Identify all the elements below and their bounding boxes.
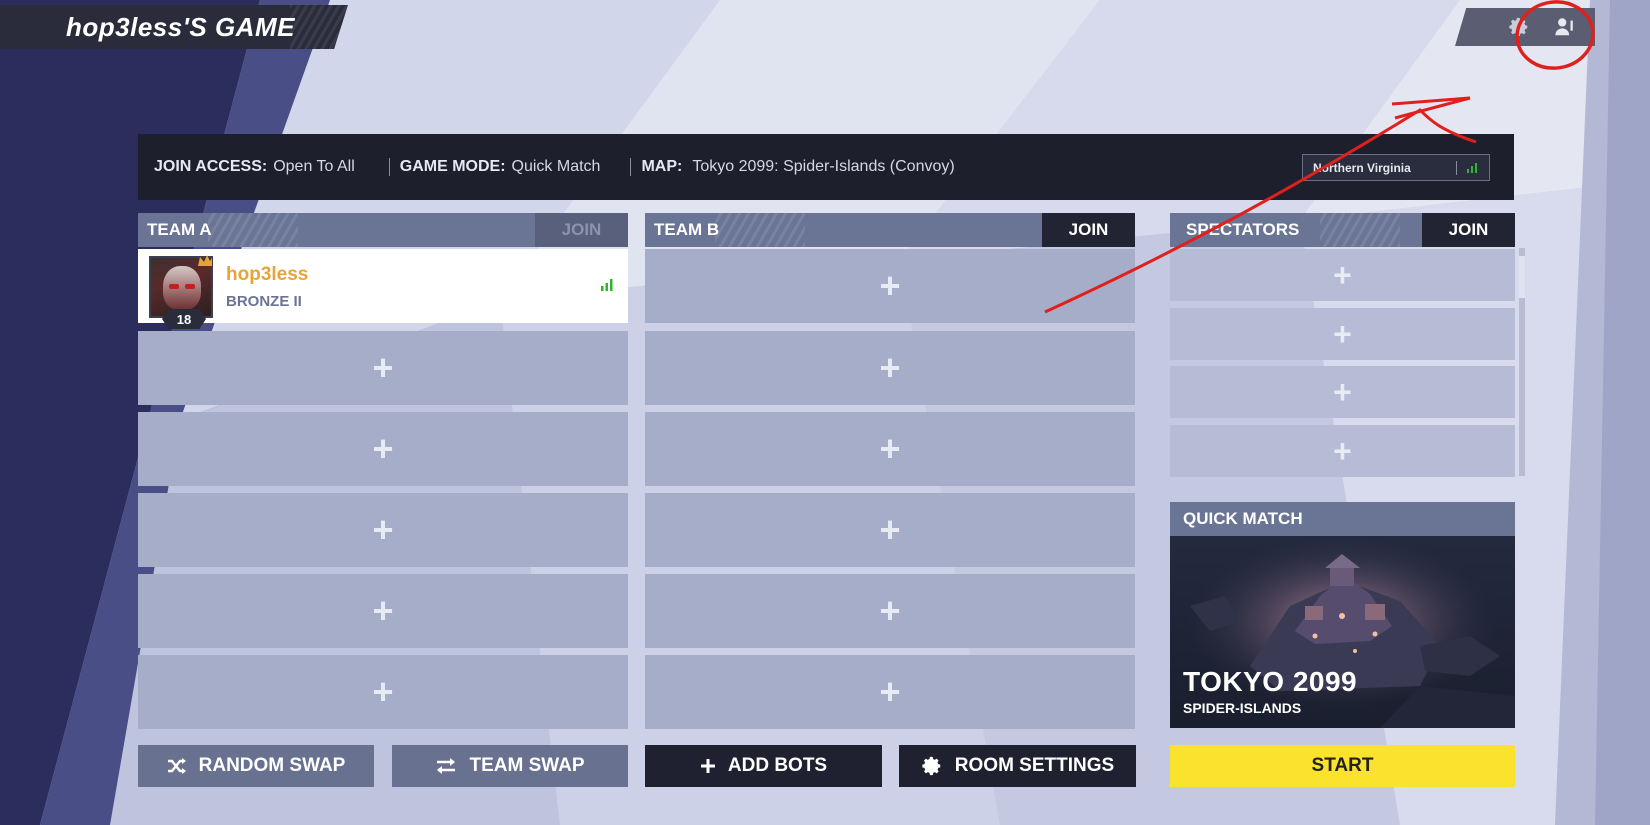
add-player-icon: + xyxy=(372,671,394,712)
empty-slot[interactable]: + xyxy=(645,331,1135,405)
room-settings-button[interactable]: ROOM SETTINGS xyxy=(899,745,1136,787)
swap-arrows-icon xyxy=(437,758,456,774)
spectator-slot[interactable]: + xyxy=(1170,308,1515,360)
add-player-icon: + xyxy=(372,428,394,469)
team-swap-button[interactable]: TEAM SWAP xyxy=(392,745,628,787)
empty-slot[interactable]: + xyxy=(645,493,1135,567)
shuffle-icon xyxy=(167,758,186,774)
map-card-header: QUICK MATCH xyxy=(1170,502,1515,536)
header-decoration xyxy=(208,213,298,247)
spectator-slot[interactable]: + xyxy=(1170,425,1515,477)
team-a-join-button[interactable]: JOIN xyxy=(535,213,628,247)
spectator-scroll-thumb[interactable] xyxy=(1519,256,1525,298)
empty-slot[interactable]: + xyxy=(138,655,628,729)
add-player-icon: + xyxy=(879,509,901,550)
add-player-icon: + xyxy=(372,590,394,631)
game-mode-info: GAME MODE: Quick Match xyxy=(400,158,601,176)
add-player-icon: + xyxy=(879,347,901,388)
add-player-icon: + xyxy=(372,347,394,388)
friends-icon[interactable] xyxy=(1551,13,1579,41)
lobby-title: hop3less'S GAME xyxy=(66,11,295,42)
empty-slot[interactable]: + xyxy=(138,493,628,567)
map-value: Tokyo 2099: Spider-Islands (Convoy) xyxy=(692,158,955,175)
start-button[interactable]: START xyxy=(1170,745,1515,787)
map-info: MAP: Tokyo 2099: Spider-Islands (Convoy) xyxy=(641,158,954,176)
spectators-join-button[interactable]: JOIN xyxy=(1422,213,1515,247)
add-player-icon: + xyxy=(1333,374,1352,410)
add-player-icon: + xyxy=(879,590,901,631)
signal-bars-icon xyxy=(1467,163,1477,173)
map-preview: TOKYO 2099 SPIDER-ISLANDS xyxy=(1170,536,1515,728)
player-level-badge: 18 xyxy=(162,309,206,329)
spectator-slot[interactable]: + xyxy=(1170,249,1515,301)
player-slot[interactable]: 18 hop3less BRONZE II xyxy=(138,249,628,329)
room-info-bar: JOIN ACCESS: Open To All GAME MODE: Quic… xyxy=(138,134,1514,200)
spectators-header: SPECTATORS JOIN xyxy=(1170,213,1515,247)
add-player-icon: + xyxy=(879,428,901,469)
crown-icon xyxy=(198,255,212,266)
empty-slot[interactable]: + xyxy=(645,412,1135,486)
team-b-header: TEAM B JOIN xyxy=(645,213,1135,247)
add-player-icon: + xyxy=(372,509,394,550)
join-access-info: JOIN ACCESS: Open To All xyxy=(154,158,355,176)
map-name: TOKYO 2099 xyxy=(1183,666,1358,697)
empty-slot[interactable]: + xyxy=(645,574,1135,648)
random-swap-label: RANDOM SWAP xyxy=(198,755,346,776)
empty-slot[interactable]: + xyxy=(138,412,628,486)
player-name: hop3less xyxy=(226,264,309,285)
join-access-value: Open To All xyxy=(273,158,355,175)
map-card: QUICK MATCH TOKYO 2099 SPIDER-ISLANDS xyxy=(1170,502,1515,728)
game-mode-value: Quick Match xyxy=(511,158,601,175)
add-player-icon: + xyxy=(879,265,901,306)
gear-icon xyxy=(922,756,941,776)
region-selector[interactable]: Northern Virginia xyxy=(1302,154,1490,181)
map-subtitle: SPIDER-ISLANDS xyxy=(1183,700,1302,716)
gear-icon[interactable] xyxy=(1505,13,1533,41)
add-player-icon: + xyxy=(1333,257,1352,293)
player-rank: BRONZE II xyxy=(226,293,302,310)
info-divider xyxy=(630,158,632,176)
header-decoration xyxy=(1320,213,1400,247)
info-divider xyxy=(388,158,390,176)
team-swap-label: TEAM SWAP xyxy=(469,755,585,776)
add-player-icon: + xyxy=(1333,433,1352,469)
game-mode-label: GAME MODE: xyxy=(399,158,506,175)
empty-slot[interactable]: + xyxy=(645,249,1135,323)
join-access-label: JOIN ACCESS: xyxy=(154,158,268,175)
spectator-slot[interactable]: + xyxy=(1170,366,1515,418)
region-divider xyxy=(1456,161,1457,175)
add-bots-label: ADD BOTS xyxy=(727,755,828,776)
map-label: MAP: xyxy=(641,158,683,175)
avatar-eye xyxy=(169,284,179,289)
empty-slot[interactable]: + xyxy=(645,655,1135,729)
top-icon-bar xyxy=(1455,8,1595,46)
add-player-icon: + xyxy=(1333,316,1352,352)
add-player-icon: + xyxy=(879,671,901,712)
signal-bars-icon xyxy=(601,279,613,291)
region-name: Northern Virginia xyxy=(1313,160,1411,175)
team-a-header: TEAM A JOIN xyxy=(138,213,628,247)
room-settings-label: ROOM SETTINGS xyxy=(954,755,1115,776)
add-bots-button[interactable]: ADD BOTS xyxy=(645,745,882,787)
team-b-join-button[interactable]: JOIN xyxy=(1042,213,1135,247)
start-label: START xyxy=(1311,755,1374,776)
avatar-eye xyxy=(185,284,195,289)
random-swap-button[interactable]: RANDOM SWAP xyxy=(138,745,374,787)
empty-slot[interactable]: + xyxy=(138,574,628,648)
empty-slot[interactable]: + xyxy=(138,331,628,405)
plus-icon xyxy=(700,759,715,773)
header-decoration xyxy=(715,213,805,247)
